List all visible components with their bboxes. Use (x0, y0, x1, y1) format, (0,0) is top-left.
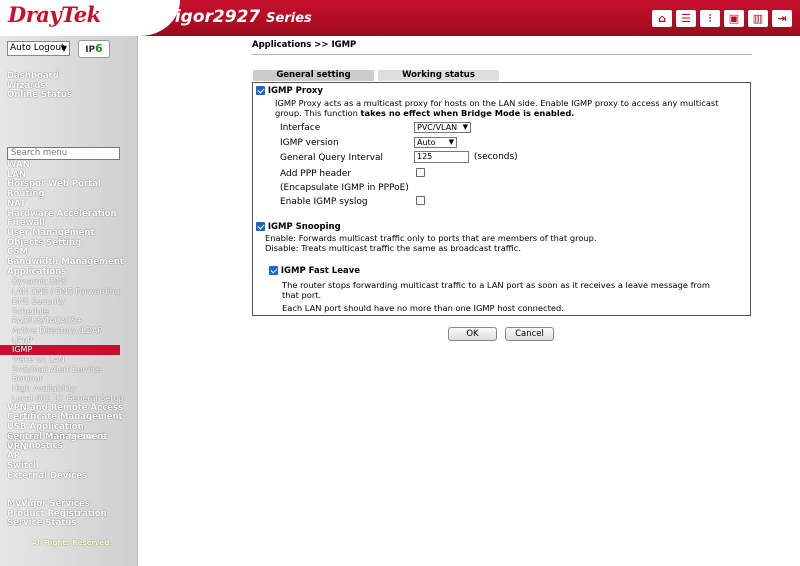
add-ppp-header-note: (Encapsulate IGMP in PPPoE) (280, 183, 409, 193)
header-bar: DrayTek Vigor2927 Series ⌂ ☰ ⫶ ▣ ▥ ⇥ (0, 0, 800, 36)
interface-label: Interface (280, 123, 321, 133)
igmp-snooping-checkbox[interactable] (256, 222, 265, 231)
sidebar-sub-bonjour[interactable]: Bonjour (7, 374, 124, 384)
sidebar-item-external-devices[interactable]: External Devices (7, 471, 108, 482)
sidebar: Auto Logout ▼ IP6 Dashboard Wizards Onlin… (0, 36, 138, 566)
igmp-version-label: IGMP version (280, 138, 339, 148)
ipv6-badge[interactable]: IP6 (78, 40, 110, 58)
settings-sliders-icon[interactable]: ⫶ (700, 10, 720, 27)
list-icon[interactable]: ☰ (676, 10, 696, 27)
igmp-version-select[interactable]: Auto ▼ (414, 137, 457, 148)
sidebar-sub-wol[interactable]: Wake on LAN (7, 355, 124, 365)
igmp-syslog-checkbox[interactable] (416, 196, 425, 205)
query-interval-input[interactable]: 125 (414, 151, 469, 163)
interface-select[interactable]: PVC/VLAN ▼ (414, 122, 471, 133)
fast-leave-row: IGMP Fast Leave (269, 266, 360, 276)
sidebar-sub-schedule[interactable]: Schedule (7, 307, 124, 317)
igmp-proxy-label: IGMP Proxy (267, 86, 323, 96)
home-icon[interactable]: ⌂ (652, 10, 672, 27)
igmp-proxy-desc-2: group. This function takes no effect whe… (275, 108, 575, 118)
igmp-syslog-label: Enable IGMP syslog (280, 197, 368, 207)
igmp-snooping-label: IGMP Snooping (267, 222, 341, 232)
sidebar-sub-ddns[interactable]: Dynamic DNS (7, 277, 124, 287)
model-title: Vigor2927 Series (162, 7, 312, 27)
sidebar-sub-sms-mail[interactable]: SMS/Mail Alert Service (7, 365, 124, 375)
sidebar-item-vpn[interactable]: VPN (7, 442, 108, 453)
top-toolbar: ⌂ ☰ ⫶ ▣ ▥ ⇥ (652, 10, 792, 27)
breadcrumb: Applications >> IGMP (252, 40, 357, 50)
snooping-enable-text: Enable: Forwards multicast traffic only … (265, 233, 597, 243)
sidebar-sub-ha[interactable]: High Availability (7, 384, 124, 394)
add-ppp-header-checkbox[interactable] (416, 168, 425, 177)
tab-bar: General setting Working status (253, 70, 499, 81)
sidebar-sub-radius[interactable]: RADIUS/TACACS+ (7, 316, 124, 326)
ok-button[interactable]: OK (448, 327, 497, 341)
main-menu: WAN LAN Hotspot Web Portal Routing NAT H… (0, 160, 124, 452)
sidebar-sub-upnp[interactable]: UPnP (7, 336, 124, 346)
draytek-logo[interactable]: DrayTek (8, 2, 101, 27)
fast-leave-desc-1: The router stops forwarding multicast tr… (282, 280, 710, 290)
myvigor-menu: MyVigor Services Product Registration Se… (7, 499, 107, 529)
query-interval-label: General Query Interval (280, 153, 384, 163)
divider (252, 54, 752, 55)
sidebar-item-applications[interactable]: Applications (7, 267, 124, 278)
copyright-text: All Rights Reserved. (32, 539, 112, 547)
igmp-proxy-row: IGMP Proxy (256, 86, 323, 96)
sidebar-sub-dns-security[interactable]: DNS Security (7, 297, 124, 307)
chevron-down-icon: ▼ (448, 138, 454, 146)
cancel-button[interactable]: Cancel (505, 327, 554, 341)
chevron-down-icon: ▼ (462, 123, 468, 131)
sidebar-item-service-status[interactable]: Service Status (7, 519, 107, 529)
central-menu: Central Management VPN AP Switch Externa… (7, 432, 108, 482)
sidebar-sub-igmp[interactable]: IGMP (0, 345, 120, 356)
snooping-disable-text: Disable: Treats multicast traffic the sa… (265, 243, 521, 253)
save-icon[interactable]: ▣ (724, 10, 744, 27)
fast-leave-label: IGMP Fast Leave (280, 266, 361, 276)
manual-book-icon[interactable]: ▥ (748, 10, 768, 27)
add-ppp-header-label: Add PPP header (280, 169, 352, 179)
query-interval-unit: (seconds) (473, 152, 518, 162)
chevron-down-icon: ▼ (60, 44, 67, 53)
logout-icon[interactable]: ⇥ (772, 10, 792, 27)
tab-general-setting[interactable]: General setting (253, 70, 374, 81)
igmp-proxy-desc-1: IGMP Proxy acts as a multicast proxy for… (275, 98, 719, 108)
fast-leave-desc-3: Each LAN port should have no more than o… (282, 303, 564, 313)
fast-leave-desc-2: that port. (282, 290, 322, 300)
fast-leave-checkbox[interactable] (269, 266, 278, 275)
igmp-snooping-row: IGMP Snooping (256, 222, 341, 232)
tab-working-status[interactable]: Working status (378, 70, 499, 81)
top-menu: Dashboard Wizards Online Status (7, 71, 72, 101)
igmp-proxy-checkbox[interactable] (256, 86, 265, 95)
sidebar-sub-ad-ldap[interactable]: Active Directory /LDAP (7, 326, 124, 336)
sidebar-item-online-status[interactable]: Online Status (7, 91, 72, 101)
search-menu-input[interactable]: Search menu (7, 147, 120, 160)
igmp-settings-panel: IGMP Proxy IGMP Proxy acts as a multicas… (252, 82, 751, 316)
sidebar-sub-lan-dns[interactable]: LAN DNS / DNS Forwarding (7, 287, 124, 297)
auto-logout-select[interactable]: Auto Logout ▼ (7, 41, 70, 56)
